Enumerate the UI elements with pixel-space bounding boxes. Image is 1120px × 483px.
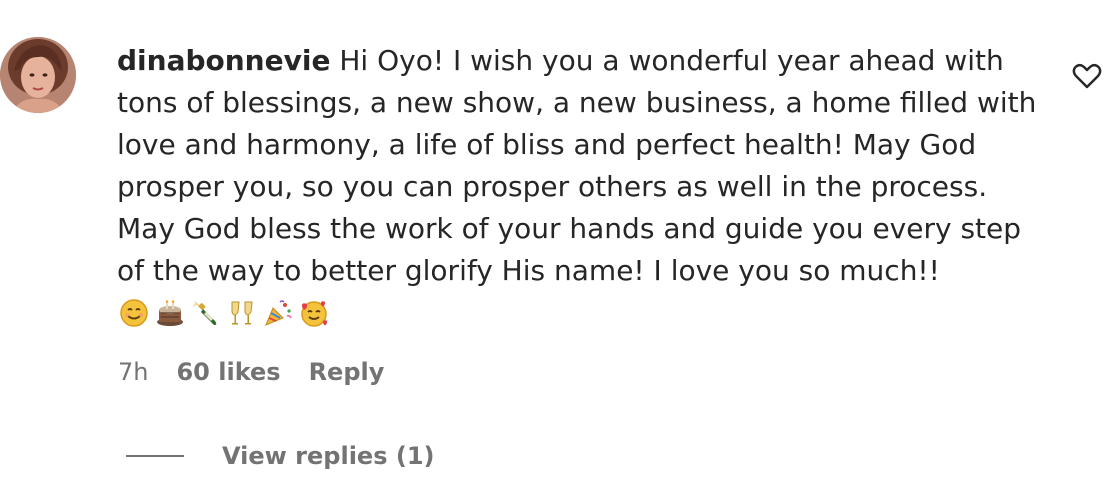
replies-divider <box>126 455 184 457</box>
cake-icon <box>155 298 185 328</box>
smiling-face-icon <box>119 298 149 328</box>
view-replies-label: View replies (1) <box>222 442 435 470</box>
party-popper-icon <box>263 298 293 328</box>
clinking-glasses-icon <box>227 298 257 328</box>
smiling-face-with-hearts-icon <box>299 298 329 328</box>
emoji-row <box>119 298 329 328</box>
avatar-image <box>0 37 76 113</box>
comment-text: Hi Oyo! I wish you a wonderful year ahea… <box>117 44 1037 287</box>
view-replies-button[interactable]: View replies (1) <box>126 442 434 470</box>
champagne-bottle-icon <box>191 298 221 328</box>
comment-body: dinabonnevie Hi Oyo! I wish you a wonder… <box>117 40 1037 334</box>
avatar[interactable] <box>0 37 76 113</box>
reply-button[interactable]: Reply <box>309 358 385 386</box>
comment-timestamp: 7h <box>118 358 149 386</box>
comment-username[interactable]: dinabonnevie <box>117 44 330 77</box>
comment: dinabonnevie Hi Oyo! I wish you a wonder… <box>0 0 1120 483</box>
likes-count-button[interactable]: 60 likes <box>176 358 280 386</box>
like-heart-icon[interactable] <box>1071 60 1103 92</box>
comment-meta: 7h 60 likes Reply <box>118 358 384 386</box>
